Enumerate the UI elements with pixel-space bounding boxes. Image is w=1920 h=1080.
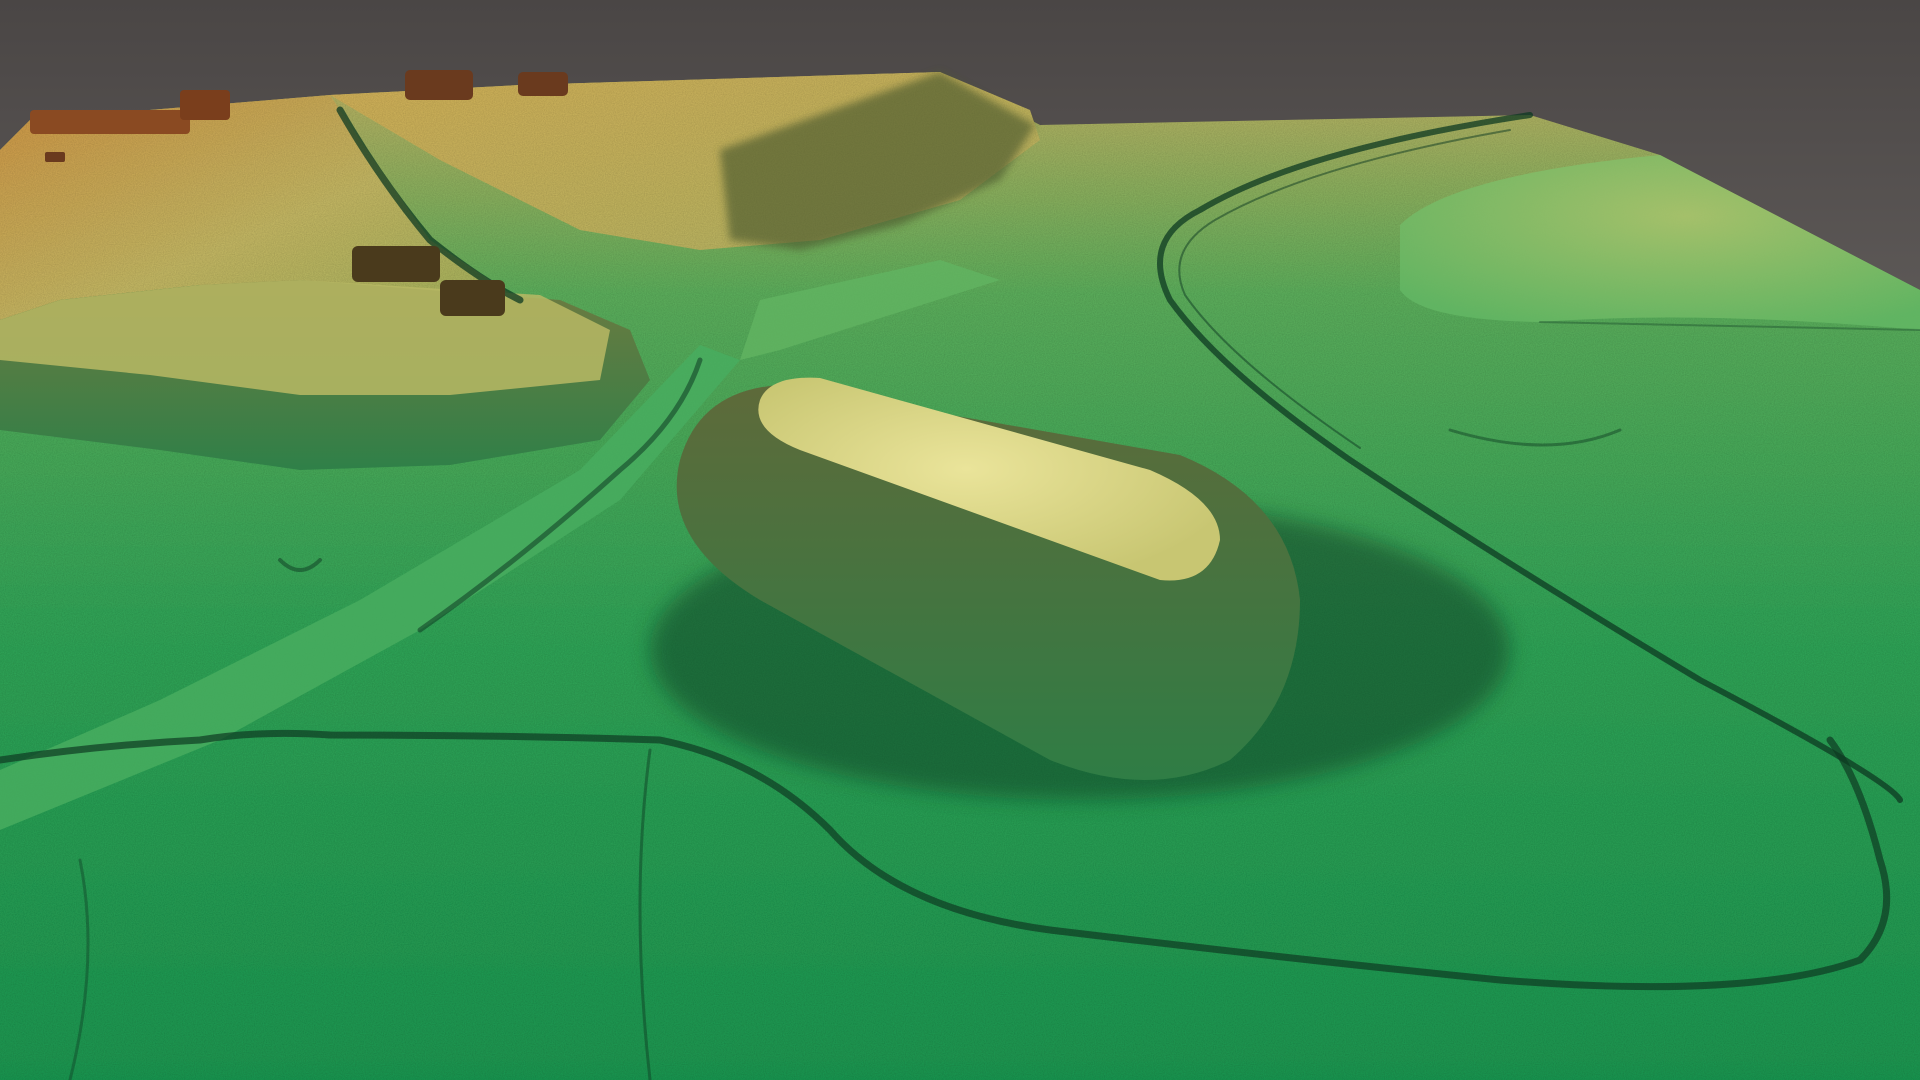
building: [440, 280, 505, 316]
building: [352, 246, 440, 282]
building: [30, 110, 190, 134]
building: [45, 152, 65, 162]
building: [180, 90, 230, 120]
left-plateau: [0, 280, 650, 470]
building: [518, 72, 568, 96]
building: [405, 70, 473, 100]
lidar-terrain-scene: [0, 0, 1920, 1080]
